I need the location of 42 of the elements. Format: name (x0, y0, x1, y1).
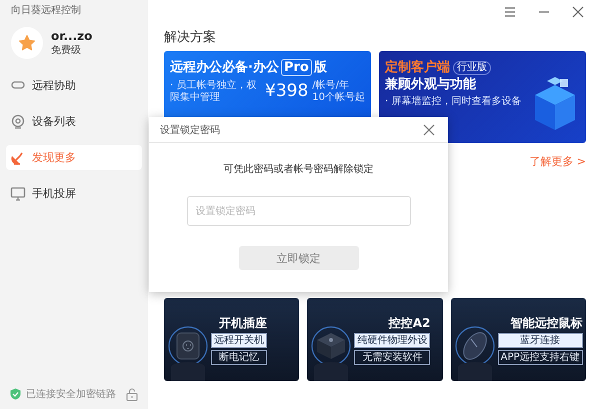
product-tag: 断电记忆 (211, 350, 267, 364)
close-icon[interactable] (422, 122, 436, 136)
monitor-icon (10, 186, 26, 202)
price-note: 10个帐号起 (312, 92, 365, 104)
nav-item[interactable]: 手机投屏 (6, 181, 142, 206)
price-unit: /帐号/年 (312, 80, 350, 92)
banner-title: 定制客户端 (385, 59, 450, 76)
product-title: 智能远控鼠标 (510, 314, 583, 330)
promo-banner[interactable]: 定制客户端 行业版 兼顾外观与功能 · 屏幕墙监控，同时查看多设备 (379, 51, 586, 143)
product-card[interactable]: 开机插座 远程开关机 断电记忆 (164, 298, 300, 381)
product-tag: 蓝牙连接 (498, 332, 583, 348)
user-level: 免费级 (51, 44, 82, 58)
banner-subtitle: 兼顾外观与功能 (385, 76, 477, 93)
product-tag: APP远控支持右键 (498, 350, 583, 364)
product-tag: 纯硬件物理外设 (354, 332, 430, 348)
banner-title: 远程办公必备·办公 Pro 版 (170, 59, 328, 77)
banner-feature: · 屏幕墙监控，同时查看多设备 (385, 96, 522, 108)
connection-status: 已连接安全加密链路 (26, 388, 116, 401)
edition-tag: 行业版 (453, 60, 491, 74)
app-title: 向日葵远程控制 (10, 4, 82, 17)
product-tag: 远程开关机 (211, 332, 267, 348)
plug-drawing (167, 325, 209, 381)
section-title: 解决方案 (164, 30, 217, 46)
password-field[interactable]: 设置锁定密码 (186, 196, 410, 226)
star-icon (18, 34, 36, 52)
close-icon[interactable] (570, 4, 586, 20)
banner-feature: · 员工帐号独立，权限集中管理 (170, 80, 258, 104)
shield-icon (10, 388, 21, 400)
mini-pc-drawing (310, 325, 352, 381)
lock-icon[interactable] (126, 388, 138, 400)
dialog-message: 可凭此密码或者帐号密码解除锁定 (224, 163, 374, 177)
product-tag: 无需安装软件 (354, 350, 430, 364)
product-title: 控控A2 (387, 314, 430, 330)
product-card[interactable]: 智能远控鼠标 蓝牙连接 APP远控支持右键 (450, 298, 586, 381)
product-card[interactable]: 控控A2 纯硬件物理外设 无需安装软件 (307, 298, 443, 381)
banner-price: ¥398 (265, 80, 308, 102)
user-name: or...zo (51, 28, 92, 44)
product-title: 开机插座 (218, 314, 267, 330)
mouse-drawing (454, 325, 496, 381)
nav-item[interactable]: 远程协助 (6, 73, 142, 98)
nav-item[interactable]: 设备列表 (6, 109, 142, 134)
webcam-icon (10, 114, 26, 130)
